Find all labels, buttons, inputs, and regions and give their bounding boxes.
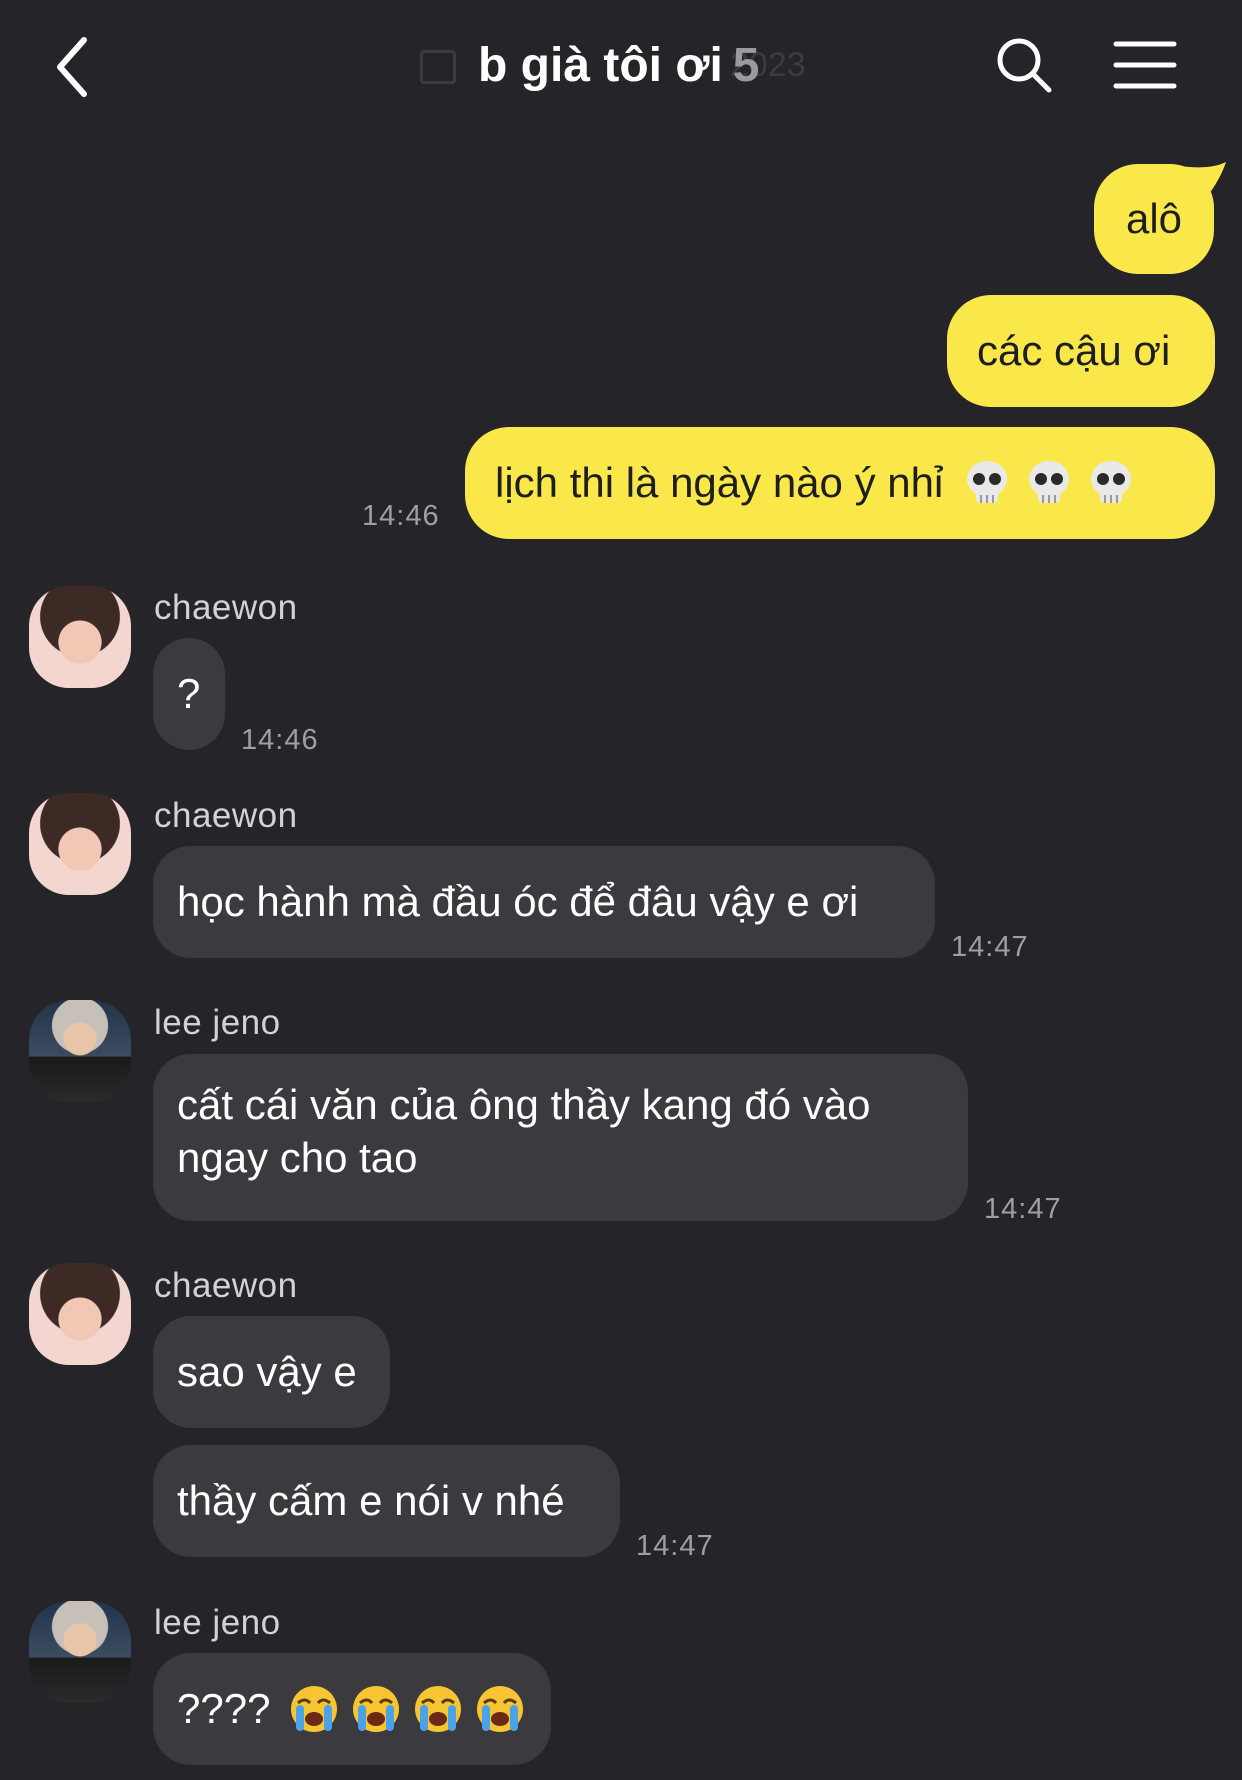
avatar-lee-jeno[interactable] — [29, 1601, 131, 1703]
crying-emoji-icon — [415, 1686, 462, 1732]
chevron-left-icon — [57, 37, 87, 97]
message-timestamp: 14:46 — [362, 500, 440, 532]
hamburger-menu-icon — [1113, 41, 1177, 89]
crying-emoji-icon — [291, 1686, 338, 1732]
message-text: thầy cấm e nói v nhé — [177, 1477, 565, 1524]
chat-title-text: b già tôi ơi — [478, 39, 723, 92]
their-message-bubble[interactable]: học hành mà đầu óc để đâu vậy e ơi — [153, 846, 935, 958]
their-message-bubble[interactable]: ???? — [153, 1653, 551, 1765]
skull-emoji-icon — [1091, 461, 1132, 503]
crying-emoji-icon — [353, 1686, 400, 1732]
avatar-chaewon[interactable] — [29, 793, 131, 895]
search-icon — [997, 38, 1052, 93]
my-message-bubble[interactable]: lịch thi là ngày nào ý nhỉ — [465, 427, 1215, 539]
search-button[interactable] — [995, 36, 1053, 94]
back-button[interactable] — [52, 32, 112, 102]
chat-header: 2023 b già tôi ơi 5 — [0, 0, 1242, 130]
sender-name: lee jeno — [154, 1603, 281, 1642]
my-message-bubble[interactable]: alô — [1094, 164, 1214, 274]
chat-title: b già tôi ơi 5 — [478, 38, 759, 93]
message-text: cất cái văn của ông thầy kang đó vào nga… — [177, 1081, 871, 1181]
their-message-bubble[interactable]: ? — [153, 638, 225, 750]
message-text: học hành mà đầu óc để đâu vậy e ơi — [177, 878, 859, 925]
message-timestamp: 14:47 — [951, 931, 1029, 963]
skull-emoji-icon — [967, 461, 1008, 503]
message-text: các cậu ơi — [977, 327, 1171, 374]
skull-emoji-icon — [1029, 461, 1070, 503]
message-timestamp: 14:47 — [984, 1193, 1062, 1225]
avatar-lee-jeno[interactable] — [29, 1000, 131, 1102]
their-message-bubble[interactable]: thầy cấm e nói v nhé — [153, 1445, 620, 1557]
message-timestamp: 14:46 — [241, 724, 319, 756]
avatar-chaewon[interactable] — [29, 1263, 131, 1365]
message-text: lịch thi là ngày nào ý nhỉ — [495, 459, 944, 506]
message-text: ? — [177, 670, 201, 717]
sender-name: chaewon — [154, 588, 298, 627]
their-message-bubble[interactable]: cất cái văn của ông thầy kang đó vào nga… — [153, 1054, 968, 1221]
message-text: ???? — [177, 1685, 271, 1732]
member-count: 5 — [732, 39, 760, 92]
sender-name: chaewon — [154, 796, 298, 835]
crying-emoji-icon — [477, 1686, 524, 1732]
message-text: sao vậy e — [177, 1348, 357, 1395]
message-text: alô — [1125, 195, 1183, 242]
menu-button[interactable] — [1113, 40, 1177, 90]
message-timestamp: 14:47 — [636, 1530, 714, 1562]
avatar-chaewon[interactable] — [29, 586, 131, 688]
my-message-bubble[interactable]: các cậu ơi — [947, 295, 1215, 407]
sender-name: lee jeno — [154, 1003, 281, 1042]
their-message-bubble[interactable]: sao vậy e — [153, 1316, 390, 1428]
calendar-icon — [420, 50, 456, 85]
sender-name: chaewon — [154, 1266, 298, 1305]
